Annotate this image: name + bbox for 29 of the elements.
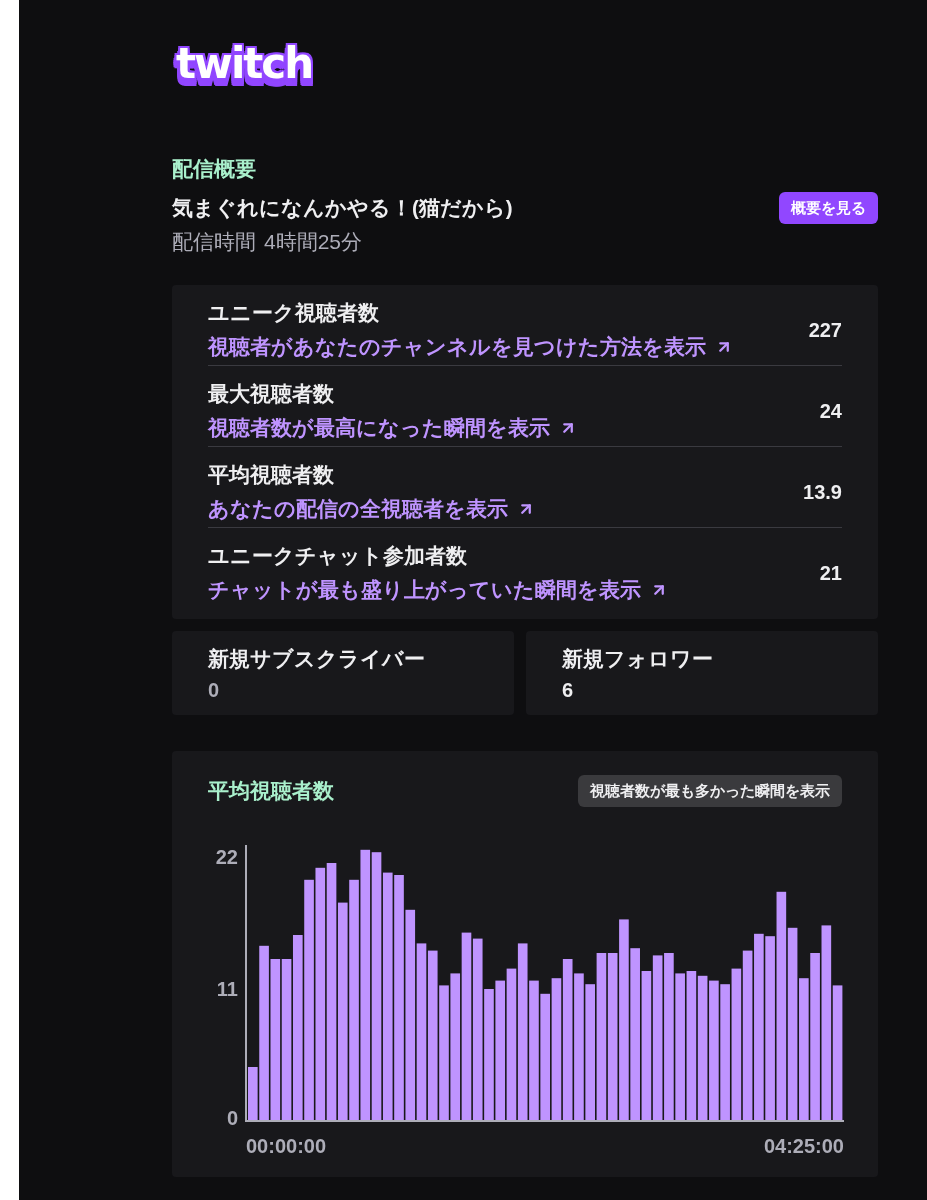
stat-label: 最大視聴者数 xyxy=(208,382,334,406)
start-time-label: 00:00:00 xyxy=(246,1135,327,1157)
stat-value: 24 xyxy=(819,399,842,423)
stat-value: 21 xyxy=(819,561,842,585)
section-heading: 配信概要 xyxy=(172,157,257,181)
peak-moment-button[interactable]: 視聴者数が最も多かった瞬間を表示 xyxy=(578,775,842,807)
duration-value: 4時間25分 xyxy=(264,230,363,254)
stat-label: 平均視聴者数 xyxy=(208,463,334,487)
stat-label: ユニーク視聴者数 xyxy=(208,301,379,325)
card-value: 6 xyxy=(562,678,574,702)
stat-value: 13.9 xyxy=(803,480,842,504)
stat-value: 227 xyxy=(808,318,842,342)
card-label: 新規サブスクライバー xyxy=(208,647,425,671)
y-tick-label: 22 xyxy=(215,846,238,868)
duration-label: 配信時間 xyxy=(172,230,256,254)
y-tick-label: 0 xyxy=(226,1107,238,1129)
stat-link[interactable]: あなたの配信の全視聴者を表示 xyxy=(208,497,535,521)
logo: twitch xyxy=(175,40,314,90)
view-summary-button[interactable]: 概要を見る xyxy=(779,192,878,224)
stat-label: ユニークチャット参加者数 xyxy=(208,544,467,568)
stat-link[interactable]: 視聴者があなたのチャンネルを見つけた方法を表示 xyxy=(208,335,733,359)
end-time-label: 04:25:00 xyxy=(763,1135,844,1157)
stream-title: 気まぐれになんかやる！(猫だから) xyxy=(172,196,513,220)
y-tick-label: 11 xyxy=(216,978,238,1000)
card-value: 0 xyxy=(208,678,220,702)
chart-title: 平均視聴者数 xyxy=(208,779,334,803)
card-label: 新規フォロワー xyxy=(562,647,713,671)
stat-link[interactable]: 視聴者数が最高になった瞬間を表示 xyxy=(208,416,577,440)
stat-link[interactable]: チャットが最も盛り上がっていた瞬間を表示 xyxy=(208,578,668,602)
